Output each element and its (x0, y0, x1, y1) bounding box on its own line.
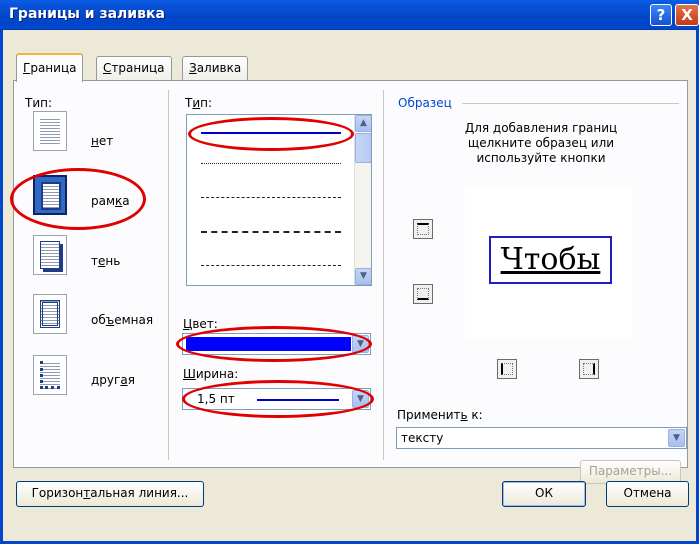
tab-border[interactable]: Граница (16, 53, 84, 82)
apply-to-value: тексту (401, 431, 444, 445)
close-icon[interactable]: X (675, 4, 699, 26)
setting-shadow-icon[interactable] (33, 235, 67, 275)
setting-custom-label[interactable]: другая (91, 373, 135, 387)
setting-custom-icon[interactable] (33, 355, 67, 395)
horizontal-line-button[interactable]: Горизонтальная линия... (16, 481, 204, 507)
width-line-sample (257, 399, 339, 401)
tab-shading[interactable]: Заливка (182, 56, 249, 80)
style-dashed[interactable] (201, 197, 341, 198)
ok-button[interactable]: ОК (502, 481, 586, 507)
width-dropdown[interactable]: 1,5 пт ▼ (182, 388, 371, 410)
chevron-down-icon[interactable]: ▼ (352, 390, 369, 408)
setting-box-icon[interactable] (33, 175, 67, 215)
chevron-down-icon[interactable]: ▼ (352, 335, 369, 353)
line-style-list[interactable]: ▲ ▼ (186, 114, 372, 286)
column-separator (168, 90, 169, 460)
apply-to-dropdown[interactable]: тексту ▼ (396, 427, 687, 449)
scroll-up-icon[interactable]: ▲ (355, 115, 371, 132)
color-dropdown[interactable]: ▼ (182, 333, 371, 355)
setting-none-icon[interactable] (33, 111, 67, 151)
preview-legend-line (462, 103, 679, 104)
setting-label: Тип: (25, 96, 53, 110)
setting-none-label[interactable]: нет (91, 134, 113, 148)
help-icon[interactable]: ? (650, 4, 672, 26)
chevron-down-icon[interactable]: ▼ (668, 429, 685, 447)
width-label: Ширина: (183, 367, 239, 381)
preview-area[interactable]: Чтобы (465, 186, 633, 338)
tab-page-border[interactable]: Страница (96, 56, 172, 80)
title-bar: Границы и заливка ? X (0, 0, 699, 30)
border-left-icon[interactable] (497, 359, 517, 379)
style-scrollbar[interactable]: ▲ ▼ (354, 115, 371, 285)
setting-shadow-label[interactable]: тень (91, 254, 120, 268)
border-top-icon[interactable] (413, 219, 433, 239)
scroll-down-icon[interactable]: ▼ (355, 268, 371, 285)
scroll-thumb[interactable] (355, 133, 371, 163)
setting-box-label[interactable]: рамка (91, 194, 130, 208)
color-swatch (186, 337, 351, 351)
style-long-dash[interactable] (201, 231, 341, 233)
style-label: Тип: (185, 96, 213, 110)
column-separator (383, 90, 384, 460)
setting-3d-icon[interactable] (33, 294, 67, 334)
preview-legend: Образец (398, 96, 452, 110)
color-label: Цвет: (183, 317, 218, 331)
style-dotted[interactable] (201, 163, 341, 164)
style-solid[interactable] (201, 132, 341, 134)
preview-hint: Для добавления границ щелкните образец и… (464, 121, 618, 165)
preview-sample-text: Чтобы (489, 236, 612, 284)
setting-3d-label[interactable]: объемная (91, 313, 153, 327)
border-bottom-icon[interactable] (413, 284, 433, 304)
apply-to-label: Применить к: (397, 408, 483, 422)
style-dash-dot[interactable] (201, 265, 341, 266)
window-title: Границы и заливка (9, 6, 165, 22)
width-value: 1,5 пт (197, 392, 235, 406)
cancel-button[interactable]: Отмена (606, 481, 689, 507)
border-right-icon[interactable] (579, 359, 599, 379)
